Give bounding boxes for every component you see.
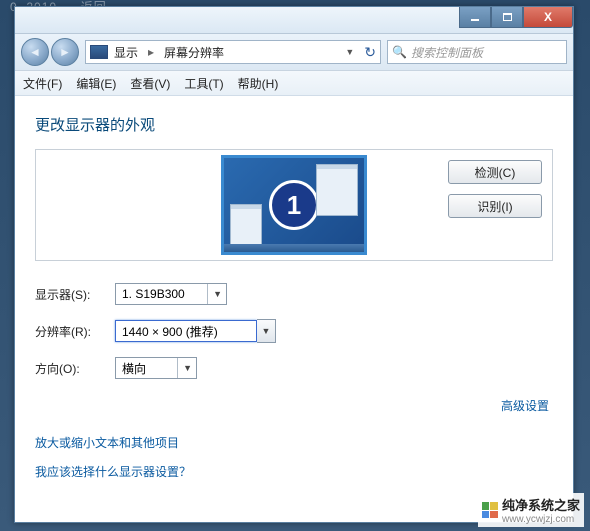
address-dropdown-icon[interactable]: ▼ bbox=[345, 47, 354, 57]
search-input[interactable]: 🔍 搜索控制面板 bbox=[387, 40, 567, 64]
titlebar: X bbox=[15, 7, 573, 34]
monitor-value: 1. S19B300 bbox=[122, 287, 201, 301]
maximize-button[interactable] bbox=[491, 7, 523, 28]
orientation-label: 方向(O): bbox=[35, 360, 115, 377]
mini-taskbar-icon bbox=[224, 244, 364, 252]
chevron-down-icon: ▼ bbox=[207, 284, 222, 304]
chevron-down-icon: ▼ bbox=[262, 326, 271, 336]
watermark: 纯净系统之家 www.ycwjzj.com bbox=[478, 493, 584, 527]
resolution-label: 分辨率(R): bbox=[35, 323, 115, 340]
chevron-down-icon: ▼ bbox=[177, 358, 192, 378]
menu-bar: 文件(F) 编辑(E) 查看(V) 工具(T) 帮助(H) bbox=[15, 71, 573, 96]
monitor-dropdown[interactable]: 1. S19B300 ▼ bbox=[115, 283, 227, 305]
search-icon: 🔍 bbox=[392, 45, 407, 59]
detect-button[interactable]: 检测(C) bbox=[448, 160, 542, 184]
orientation-dropdown[interactable]: 横向 ▼ bbox=[115, 357, 197, 379]
forward-button[interactable]: ► bbox=[51, 38, 79, 66]
watermark-url: www.ycwjzj.com bbox=[502, 514, 580, 525]
content-area: 更改显示器的外观 1 检测(C) 识别(I) 显示器(S): 1. S19B30… bbox=[15, 96, 573, 502]
back-button[interactable]: ◄ bbox=[21, 38, 49, 66]
search-placeholder: 搜索控制面板 bbox=[411, 44, 483, 61]
resolution-value: 1440 × 900 (推荐) bbox=[122, 323, 252, 340]
menu-tools[interactable]: 工具(T) bbox=[184, 75, 223, 92]
page-title: 更改显示器的外观 bbox=[35, 114, 553, 135]
monitor-label: 显示器(S): bbox=[35, 286, 115, 303]
control-panel-window: X ◄ ► 显示 ▸ 屏幕分辨率 ▼ ↻ 🔍 搜索控制面板 文件(F) bbox=[14, 6, 574, 523]
watermark-logo-icon bbox=[482, 502, 498, 518]
text-size-link[interactable]: 放大或缩小文本和其他项目 bbox=[35, 436, 179, 450]
breadcrumb-resolution[interactable]: 屏幕分辨率 bbox=[164, 44, 224, 61]
monitor-number-badge: 1 bbox=[269, 180, 319, 230]
identify-button[interactable]: 识别(I) bbox=[448, 194, 542, 218]
mini-window-icon bbox=[230, 204, 262, 246]
watermark-text: 纯净系统之家 bbox=[502, 495, 580, 514]
address-bar-row: ◄ ► 显示 ▸ 屏幕分辨率 ▼ ↻ 🔍 搜索控制面板 bbox=[15, 34, 573, 71]
menu-view[interactable]: 查看(V) bbox=[130, 75, 170, 92]
orientation-value: 横向 bbox=[122, 360, 171, 377]
display-icon bbox=[90, 45, 108, 59]
breadcrumb-sep-icon: ▸ bbox=[148, 45, 154, 59]
monitor-preview[interactable]: 1 bbox=[221, 155, 367, 255]
resolution-dropdown[interactable]: 1440 × 900 (推荐) bbox=[115, 320, 257, 342]
mini-window-icon bbox=[316, 164, 358, 216]
menu-help[interactable]: 帮助(H) bbox=[238, 75, 279, 92]
resolution-dropdown-button[interactable]: ▼ bbox=[257, 319, 276, 343]
minimize-button[interactable] bbox=[459, 7, 491, 28]
close-button[interactable]: X bbox=[523, 7, 573, 28]
menu-edit[interactable]: 编辑(E) bbox=[76, 75, 116, 92]
advanced-settings-link[interactable]: 高级设置 bbox=[501, 399, 549, 413]
which-monitor-link[interactable]: 我应该选择什么显示器设置？ bbox=[35, 465, 191, 479]
address-box[interactable]: 显示 ▸ 屏幕分辨率 ▼ ↻ bbox=[85, 40, 381, 64]
display-preview-box: 1 检测(C) 识别(I) bbox=[35, 149, 553, 261]
breadcrumb-display[interactable]: 显示 bbox=[114, 44, 138, 61]
refresh-icon[interactable]: ↻ bbox=[364, 44, 376, 61]
menu-file[interactable]: 文件(F) bbox=[23, 75, 62, 92]
